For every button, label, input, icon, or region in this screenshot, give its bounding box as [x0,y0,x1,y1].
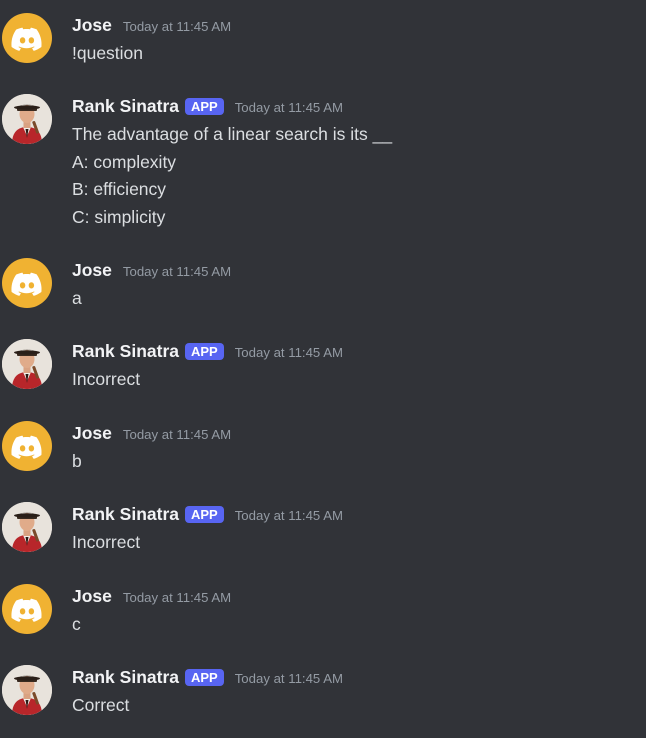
bot-avatar[interactable] [2,665,52,715]
sinatra-photo-icon [2,94,52,144]
message-header: Rank Sinatra APP Today at 11:45 AM [72,94,343,118]
message-timestamp[interactable]: Today at 11:45 AM [235,671,343,686]
bot-avatar[interactable] [2,94,52,144]
message-header: Jose Today at 11:45 AM [72,584,231,608]
message-content: The advantage of a linear search is its … [72,121,392,231]
message-text-line: c [72,614,81,634]
message-header: Jose Today at 11:45 AM [72,13,231,37]
message-text-line: a [72,288,82,308]
username[interactable]: Rank Sinatra [72,95,179,117]
message-timestamp[interactable]: Today at 11:45 AM [123,264,231,279]
message-text-line: C: simplicity [72,206,166,227]
message-content: !question [72,40,143,68]
message-text-line: Incorrect [72,532,141,552]
user-avatar[interactable] [2,258,52,308]
message-content: b [72,448,82,476]
message-text-line: Correct [72,695,130,715]
discord-logo-icon [11,435,42,459]
app-badge: APP [184,97,224,115]
message-timestamp[interactable]: Today at 11:45 AM [235,345,343,360]
discord-logo-icon [11,272,42,296]
message-content: Incorrect [72,366,140,394]
message-text-line: b [72,451,82,471]
message-timestamp[interactable]: Today at 11:45 AM [123,427,231,442]
message-text-line: B: efficiency [72,179,167,199]
message-content: a [72,285,82,313]
bot-avatar[interactable] [2,339,52,389]
username[interactable]: Jose [72,14,112,36]
message-text-line: !question [72,43,144,63]
message-header: Rank Sinatra APP Today at 11:45 AM [72,665,343,689]
app-badge: APP [184,668,224,686]
message-content: Incorrect [72,529,140,557]
app-badge: APP [184,342,224,360]
username[interactable]: Jose [72,259,112,281]
username[interactable]: Rank Sinatra [72,503,179,525]
username[interactable]: Rank Sinatra [72,666,179,688]
message-timestamp[interactable]: Today at 11:45 AM [235,508,343,523]
username[interactable]: Jose [72,585,112,607]
message-text-line: Incorrect [72,369,141,389]
discord-logo-icon [11,27,42,51]
username[interactable]: Jose [72,422,112,444]
message-header: Jose Today at 11:45 AM [72,421,231,445]
user-avatar[interactable] [2,421,52,471]
user-avatar[interactable] [2,13,52,63]
message-header: Rank Sinatra APP Today at 11:45 AM [72,339,343,363]
message-header: Rank Sinatra APP Today at 11:45 AM [72,502,343,526]
sinatra-photo-icon [2,339,52,389]
discord-logo-icon [11,598,42,622]
message-content: Correct [72,692,129,720]
app-badge: APP [184,505,224,523]
username[interactable]: Rank Sinatra [72,340,179,362]
message-content: c [72,611,81,639]
message-text-line: A: complexity [72,151,177,172]
sinatra-photo-icon [2,665,52,715]
message-timestamp[interactable]: Today at 11:45 AM [235,100,343,115]
message-timestamp[interactable]: Today at 11:45 AM [123,590,231,605]
user-avatar[interactable] [2,584,52,634]
message-header: Jose Today at 11:45 AM [72,258,231,282]
sinatra-photo-icon [2,502,52,552]
bot-avatar[interactable] [2,502,52,552]
message-timestamp[interactable]: Today at 11:45 AM [123,19,231,34]
message-text-line: The advantage of a linear search is its … [72,124,393,144]
